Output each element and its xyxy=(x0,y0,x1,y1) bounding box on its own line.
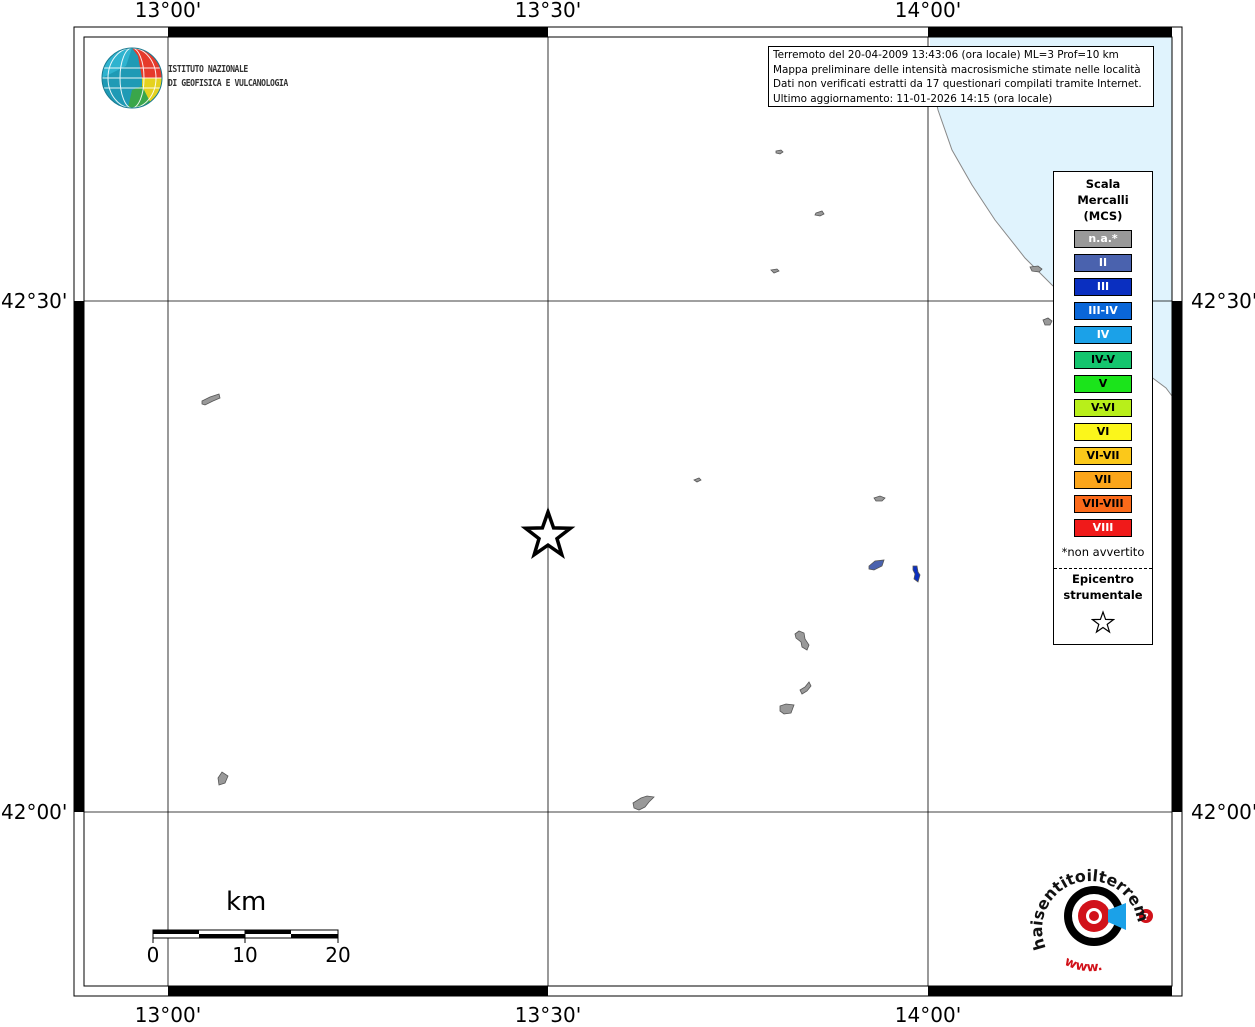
scale-unit: km xyxy=(226,887,267,917)
legend-title-line: Scala xyxy=(1085,177,1121,191)
legend-title-line: Mercalli xyxy=(1077,193,1129,207)
legend-swatch: VI xyxy=(1074,422,1132,441)
locality-na xyxy=(799,681,812,695)
legend-swatch: VIII xyxy=(1074,519,1132,538)
globe-icon xyxy=(101,47,163,109)
scale-bar: km 0 10 20 xyxy=(140,885,360,975)
legend-epicenter: Epicentro strumentale xyxy=(1054,571,1152,603)
lat-tick-left-2: 42°00' xyxy=(1,800,68,824)
locality-na xyxy=(779,703,795,715)
scale-label: 10 xyxy=(232,943,258,967)
legend-title: Scala Mercalli (MCS) xyxy=(1054,172,1152,224)
ingv-logo-line1: ISTITUTO NAZIONALE xyxy=(168,64,248,75)
lon-tick-bottom-3: 14°00' xyxy=(894,1003,962,1027)
locality-na xyxy=(201,393,221,406)
hsit-logo-graphic: ? haisentitoilterremoto.it www. xyxy=(1021,845,1153,975)
localities xyxy=(201,149,1053,811)
event-info-line: Terremoto del 20-04-2009 13:43:06 (ora l… xyxy=(773,49,1119,61)
lon-tick-top-1: 13°00' xyxy=(134,0,202,22)
event-info-box: Terremoto del 20-04-2009 13:43:06 (ora l… xyxy=(768,46,1154,107)
locality-iii xyxy=(912,565,921,583)
legend-swatch: VII-VIII xyxy=(1074,495,1132,514)
legend-na-note: *non avvertito xyxy=(1061,545,1145,559)
lon-tick-bottom-2: 13°30' xyxy=(514,1003,582,1027)
ingv-logo: ISTITUTO NAZIONALE DI GEOFISICA E VULCAN… xyxy=(100,46,320,110)
legend-swatch: n.a.* xyxy=(1074,230,1132,248)
lon-tick-top-2: 13°30' xyxy=(514,0,582,22)
scale-label: 0 xyxy=(146,943,160,967)
intensity-legend: Scala Mercalli (MCS) n.a.* II III III-IV IV I… xyxy=(1053,171,1153,645)
legend-swatch: III-IV xyxy=(1074,302,1132,321)
event-info-line: Dati non verificati estratti da 17 quest… xyxy=(773,78,1142,90)
locality-na xyxy=(632,795,655,811)
locality-na xyxy=(693,477,702,483)
event-info-line: Ultimo aggiornamento: 11-01-2026 14:15 (… xyxy=(773,92,1053,105)
locality-na xyxy=(873,495,886,502)
macroseismic-map: 13°00' 13°30' 14°00' 13°00' 13°30' 14°00… xyxy=(0,0,1255,1027)
legend-epicenter-line: strumentale xyxy=(1063,588,1143,602)
event-info-line: Mappa preliminare delle intensità macros… xyxy=(773,63,1141,76)
legend-swatch: IV xyxy=(1074,326,1132,345)
legend-swatch: V xyxy=(1074,374,1132,393)
locality-na xyxy=(1042,317,1053,326)
locality-na xyxy=(794,630,810,651)
legend-separator xyxy=(1054,568,1152,569)
legend-swatch: II xyxy=(1074,254,1132,273)
locality-na xyxy=(814,210,825,217)
hsit-logo: ? haisentitoilterremoto.it www. xyxy=(1021,845,1166,975)
hsit-url-text: www. xyxy=(1062,954,1103,975)
legend-swatch: VII xyxy=(1074,471,1132,489)
locality-na xyxy=(770,268,780,274)
locality-na xyxy=(217,771,229,786)
locality-na xyxy=(775,149,784,155)
lon-tick-bottom-1: 13°00' xyxy=(134,1003,202,1027)
lat-tick-right-2: 42°00' xyxy=(1191,800,1255,824)
legend-star-icon xyxy=(1091,610,1115,634)
lon-tick-top-3: 14°00' xyxy=(894,0,962,22)
legend-swatch: V-VI xyxy=(1074,398,1132,417)
legend-title-line: (MCS) xyxy=(1083,209,1123,223)
lat-tick-right-1: 42°30' xyxy=(1191,289,1255,313)
ingv-logo-line2: DI GEOFISICA E VULCANOLOGIA xyxy=(168,78,288,89)
lat-tick-left-1: 42°30' xyxy=(1,289,68,313)
legend-swatch: III xyxy=(1074,278,1132,297)
legend-swatch: VI-VII xyxy=(1074,446,1132,465)
legend-swatch: IV-V xyxy=(1074,350,1132,369)
scale-label: 20 xyxy=(325,943,351,967)
locality-ii xyxy=(868,559,885,571)
legend-epicenter-line: Epicentro xyxy=(1072,572,1134,586)
